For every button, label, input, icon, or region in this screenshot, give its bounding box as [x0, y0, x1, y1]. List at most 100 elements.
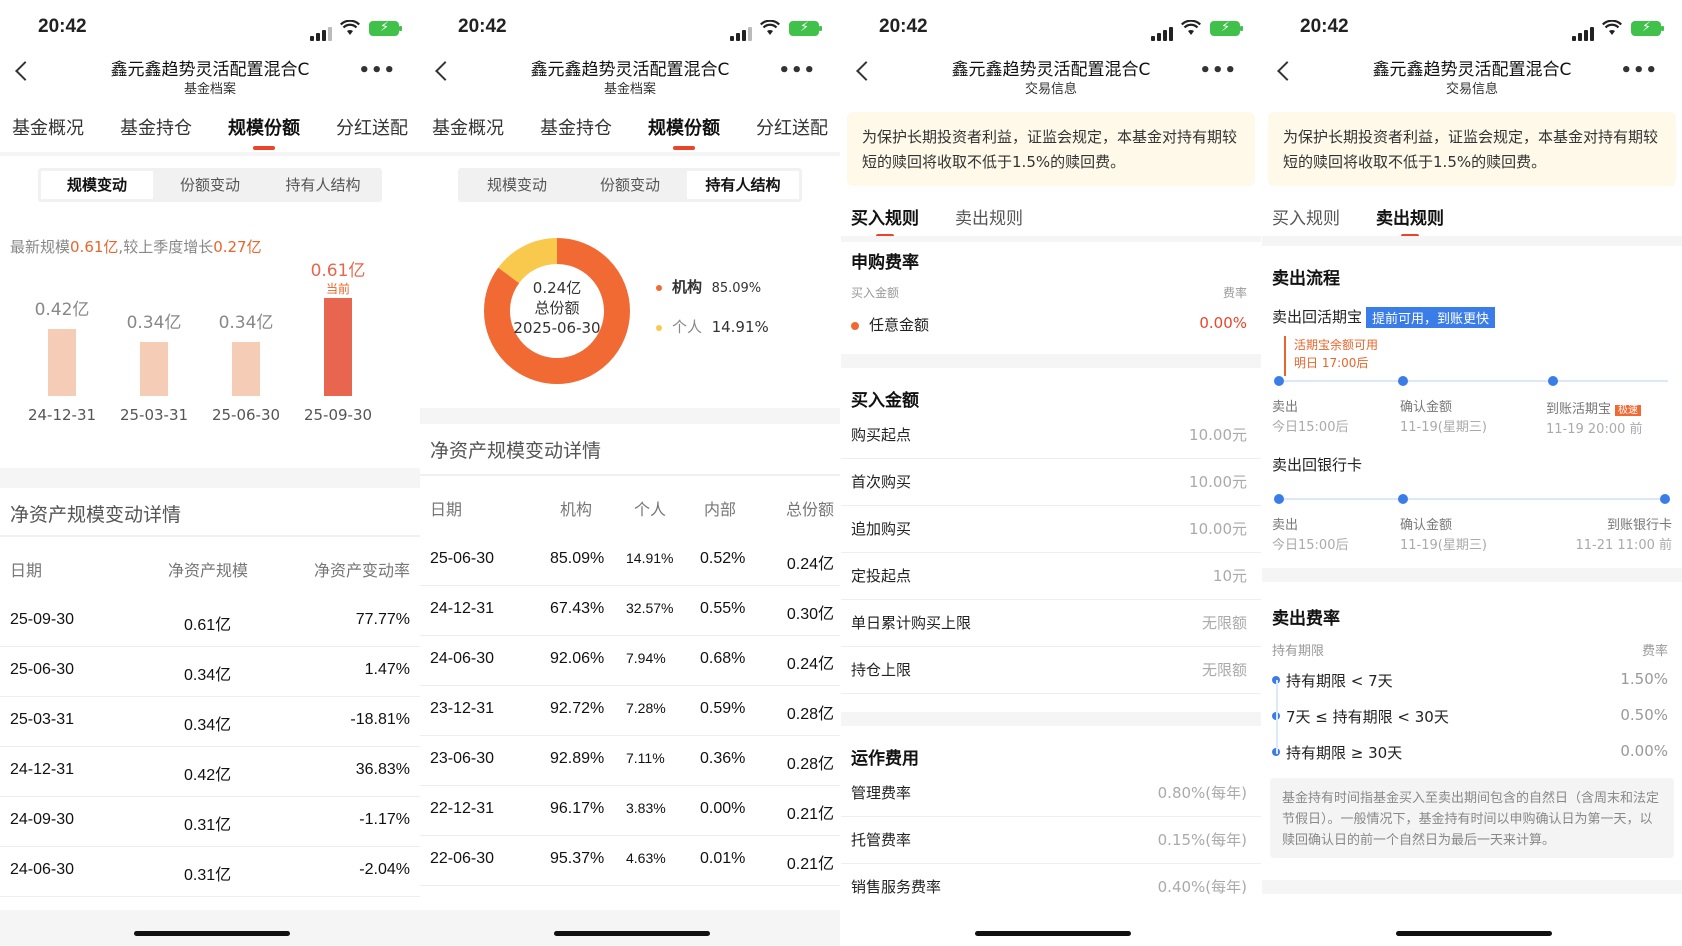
th-individual: 个人 [634, 500, 667, 519]
cell-net-asset: 0.34亿 [184, 667, 232, 684]
row-value: 10.00元 [1189, 473, 1247, 491]
table-row: 22-12-31 96.17% 3.83% 0.00% 0.21亿 [420, 786, 840, 836]
more-icon[interactable]: ••• [1199, 60, 1237, 81]
row-value: 10元 [1212, 567, 1247, 585]
cell-net-asset: 0.61亿 [184, 617, 232, 634]
tab-holdings[interactable]: 基金持仓 [540, 114, 612, 140]
step-label: 到账活期宝 极速 [1546, 398, 1642, 417]
seg-scale-change[interactable]: 规模变动 [41, 171, 153, 199]
home-indicator [134, 931, 290, 936]
step-sub: 11-21 11:00 前 [1575, 538, 1672, 553]
fund-title: 鑫元鑫趋势灵活配置混合C [530, 60, 730, 80]
row-label: 定投起点 [851, 567, 912, 585]
th-internal: 内部 [704, 500, 737, 519]
tab-scale[interactable]: 规模份额 [648, 114, 720, 150]
nav-bar: 鑫元鑫趋势灵活配置混合C 交易信息 ••• [1262, 52, 1682, 100]
table-row: 24-12-31 0.42亿 36.83% [0, 747, 420, 797]
table-row: 24-09-30 0.31亿 -1.17% [0, 797, 420, 847]
timeline-dot [1274, 494, 1284, 504]
cell-date: 24-12-31 [430, 600, 495, 617]
tab-overview[interactable]: 基金概况 [12, 114, 84, 140]
sell-fee-row: 7天 ≤ 持有期限 < 30天 0.50% [1262, 700, 1682, 736]
cell-date: 24-06-30 [430, 650, 495, 667]
tab-holdings[interactable]: 基金持仓 [120, 114, 192, 140]
table-header: 日期 机构 个人 内部 总份额 [420, 476, 840, 536]
cell-internal: 0.59% [700, 700, 746, 717]
th-total-shares: 总份额 [785, 500, 834, 519]
x-tick-label: 25-06-30 [211, 406, 281, 424]
more-icon[interactable]: ••• [778, 60, 816, 81]
seg-scale-change[interactable]: 规模变动 [461, 171, 573, 199]
phone-scale-change: 20:42 ⚡ 鑫元鑫趋势灵活配置混合C 基金档案 ••• 基金概况 基金持仓 … [0, 0, 420, 946]
row-label: 追加购买 [851, 520, 912, 538]
signal-icon [1151, 22, 1175, 41]
row-value: 0.15%(每年) [1157, 831, 1247, 849]
chart-bar [48, 329, 76, 396]
donut-center: 0.24亿 总份额 2025-06-30 [472, 278, 642, 338]
bank-timeline [1274, 494, 1670, 504]
express-badge: 极速 [1615, 405, 1642, 416]
status-bar: 20:42 ⚡ [0, 0, 420, 50]
legend-pct: 14.91% [711, 318, 769, 336]
phone-holder-structure: 20:42 ⚡ 鑫元鑫趋势灵活配置混合C 基金档案 ••• 基金概况 基金持仓 … [420, 0, 840, 946]
divider [1262, 568, 1682, 582]
sell-to-wallet: 卖出回活期宝 提前可用，到账更快 [1272, 306, 1496, 328]
seg-share-change[interactable]: 份额变动 [574, 171, 686, 199]
cell-net-asset: 0.31亿 [184, 867, 232, 884]
nav-subtitle: 交易信息 [1024, 82, 1077, 97]
table-row: 23-12-31 92.72% 7.28% 0.59% 0.28亿 [420, 686, 840, 736]
tab-buy-rules[interactable]: 买入规则 [851, 204, 919, 238]
seg-share-change[interactable]: 份额变动 [154, 171, 266, 199]
seg-holder-structure[interactable]: 持有人结构 [687, 171, 799, 199]
donut-date: 2025-06-30 [513, 319, 601, 337]
segment-control: 规模变动 份额变动 持有人结构 [458, 168, 802, 202]
tab-overview[interactable]: 基金概况 [432, 114, 504, 140]
tab-sell-rules[interactable]: 卖出规则 [1376, 204, 1444, 238]
operation-fee-row: 管理费率 0.80%(每年) [841, 770, 1261, 817]
more-icon[interactable]: ••• [1620, 60, 1658, 81]
tab-dividends[interactable]: 分红送配 [756, 114, 828, 140]
tab-dividends[interactable]: 分红送配 [336, 114, 408, 140]
tip-line: 活期宝余额可用 [1294, 338, 1379, 352]
cell-total-shares: 0.21亿 [786, 806, 834, 823]
cell-net-asset: 0.34亿 [184, 717, 232, 734]
legend-institution: 机构 85.09% [656, 276, 761, 297]
row-label: 持仓上限 [851, 661, 912, 679]
tab-scale[interactable]: 规模份额 [228, 114, 300, 150]
row-label: 持有期限 < 7天 [1286, 672, 1393, 690]
step-label: 卖出 [1272, 518, 1299, 533]
wifi-icon [1602, 19, 1622, 40]
operation-fee-title: 运作费用 [851, 749, 919, 769]
divider [841, 354, 1261, 368]
nav-subtitle: 基金档案 [183, 82, 236, 97]
amount-row: 首次购买 10.00元 [841, 459, 1261, 506]
signal-icon [310, 22, 334, 41]
wifi-icon [760, 19, 780, 40]
wallet-tip: 活期宝余额可用 明日 17:00后 [1284, 336, 1378, 376]
table-row: 23-06-30 92.89% 7.11% 0.36% 0.28亿 [420, 736, 840, 786]
tip-line: 明日 17:00后 [1294, 356, 1369, 370]
segment-control: 规模变动 份额变动 持有人结构 [38, 168, 382, 202]
step-sub: 11-19(星期三) [1400, 420, 1487, 435]
section-title: 净资产规模变动详情 [10, 504, 182, 526]
row-value: 0.40%(每年) [1157, 878, 1247, 896]
sell-to-wallet-label: 卖出回活期宝 [1272, 308, 1363, 326]
cell-total-shares: 0.30亿 [786, 606, 834, 623]
row-value: 0.80%(每年) [1157, 784, 1247, 802]
row-label: 销售服务费率 [851, 878, 942, 896]
divider [0, 152, 420, 156]
bottom-area [841, 910, 1261, 946]
seg-holder-structure[interactable]: 持有人结构 [267, 171, 379, 199]
donut-label: 总份额 [534, 299, 580, 317]
row-value: 10.00元 [1189, 520, 1247, 538]
buy-amount-title: 买入金额 [851, 391, 919, 411]
more-icon[interactable]: ••• [358, 60, 396, 81]
cell-institution: 92.06% [550, 650, 605, 667]
bottom-area [1262, 896, 1682, 946]
operation-fee-row: 托管费率 0.15%(每年) [841, 817, 1261, 864]
tab-sell-rules[interactable]: 卖出规则 [955, 204, 1023, 229]
timeline-dot [1398, 376, 1408, 386]
cell-individual: 7.28% [626, 700, 666, 716]
redemption-notice: 为保护长期投资者利益，证监会规定，本基金对持有期较短的赎回将收取不低于1.5%的… [1268, 112, 1676, 186]
tab-buy-rules[interactable]: 买入规则 [1272, 204, 1340, 229]
